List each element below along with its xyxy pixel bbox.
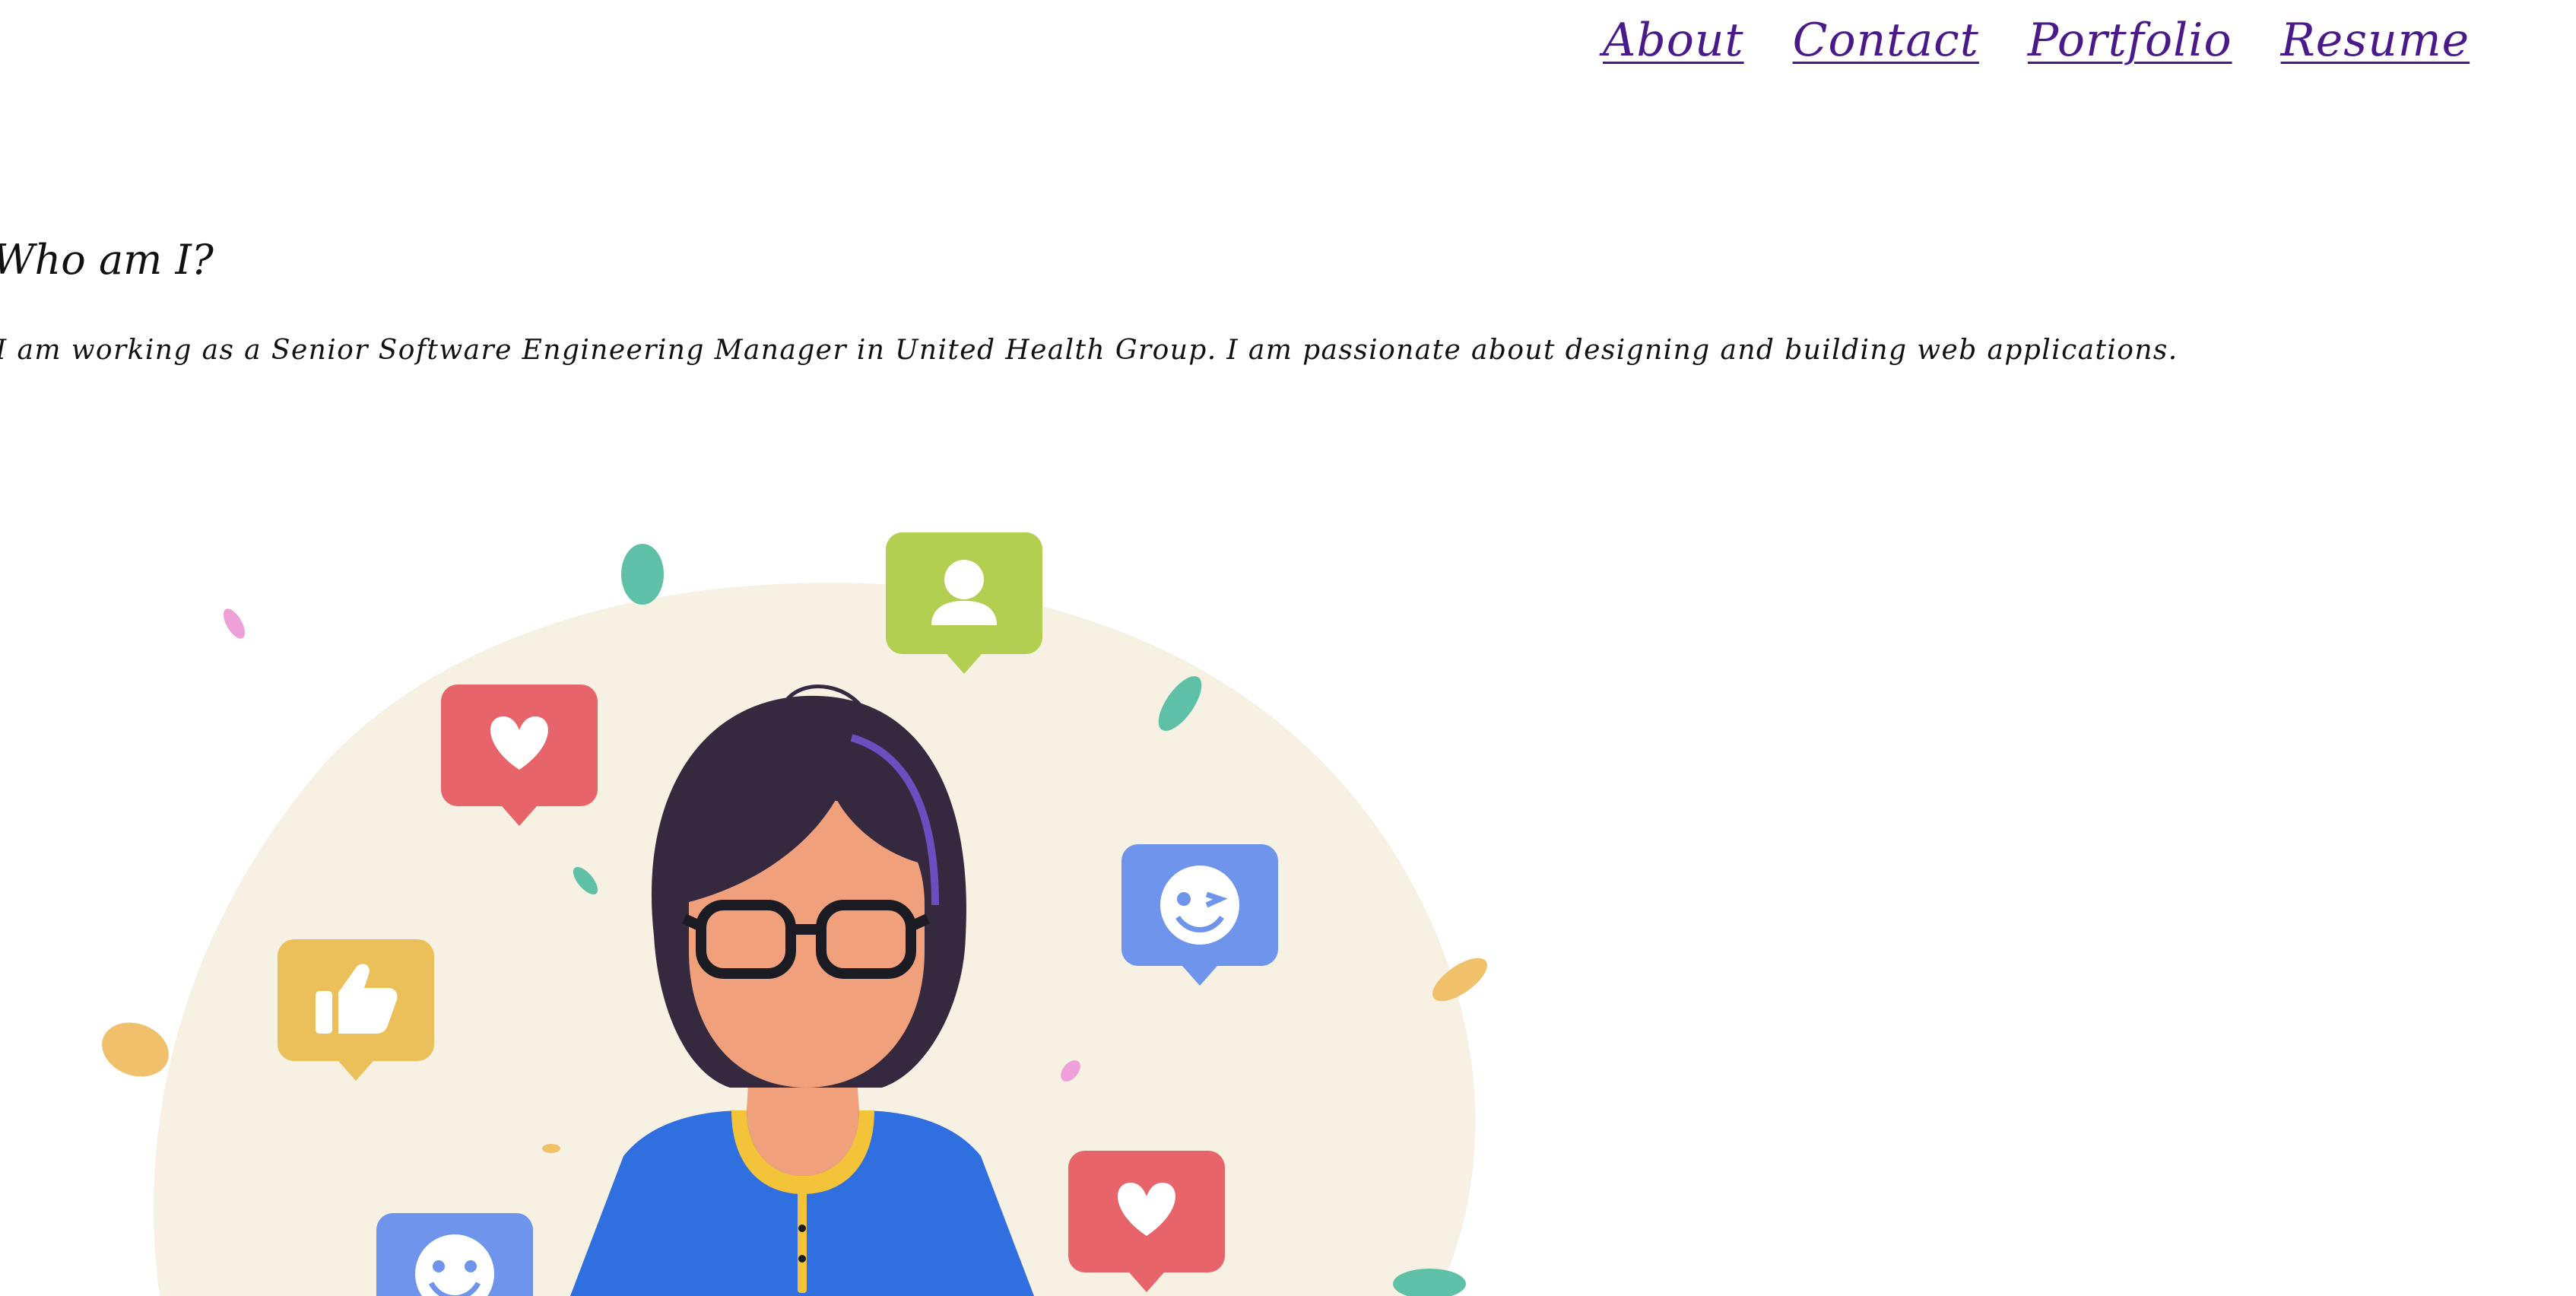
leaf-decoration: [621, 544, 664, 605]
heart-bubble: [1068, 1151, 1225, 1292]
nav-link-resume[interactable]: Resume: [2281, 14, 2470, 67]
profile-bubble: [886, 532, 1042, 674]
top-nav: About Contact Portfolio Resume: [1603, 14, 2470, 67]
about-heading: Who am I?: [0, 236, 214, 284]
nav-link-portfolio[interactable]: Portfolio: [2028, 14, 2232, 67]
wink-face-icon: [1160, 866, 1239, 945]
nav-link-contact[interactable]: Contact: [1793, 14, 1979, 67]
leaf-decoration: [542, 1144, 560, 1153]
wink-bubble: [1121, 844, 1278, 986]
leaf-decoration: [102, 1022, 169, 1077]
user-icon: [944, 560, 984, 599]
developer-illustration: [102, 532, 1487, 1296]
leaf-decoration: [224, 608, 245, 639]
nav-link-about[interactable]: About: [1603, 14, 1744, 67]
about-intro-text: I am working as a Senior Software Engine…: [0, 335, 2178, 366]
thumbs-up-bubble: [278, 939, 434, 1081]
heart-bubble: [441, 685, 598, 826]
smile-bubble: [376, 1213, 533, 1296]
